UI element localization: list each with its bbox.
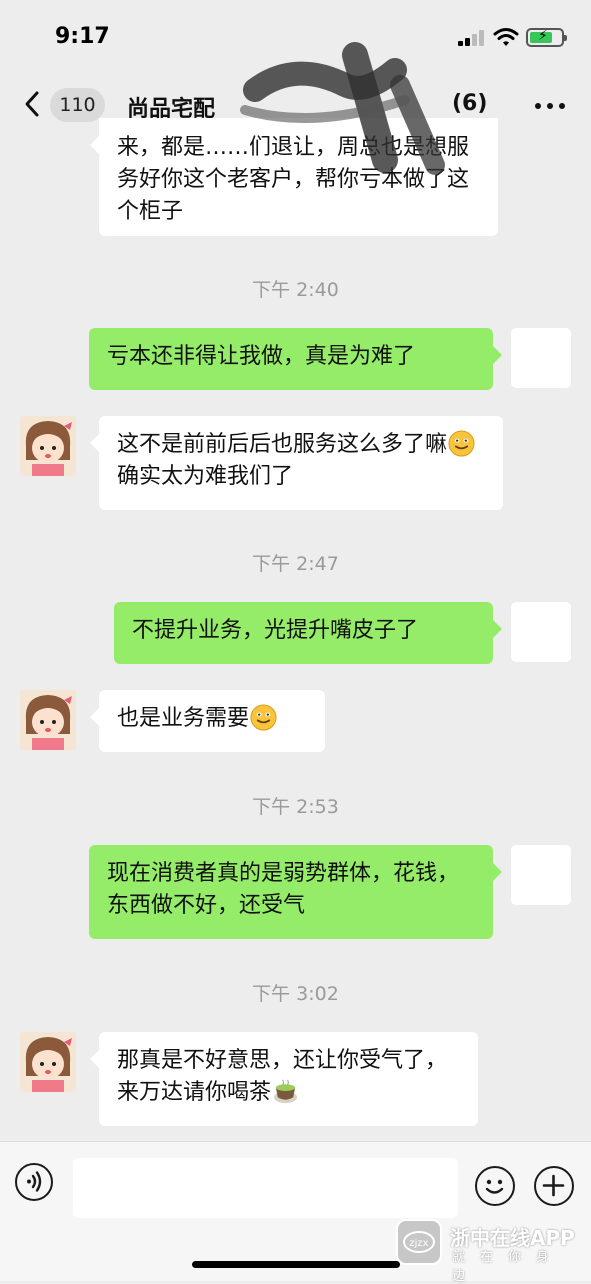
input-bar: zjzx 浙中在线APP 就在你身边	[0, 1141, 591, 1284]
battery-icon: ⚡	[526, 28, 567, 47]
redaction-scribble	[240, 42, 445, 175]
unread-count-badge[interactable]: 110	[50, 88, 105, 122]
message-text: 那真是不好意思，还让你受气了，来万达请你喝茶	[117, 1045, 460, 1109]
girl-avatar-icon	[20, 416, 76, 476]
tea-emoji-icon	[273, 1079, 298, 1104]
message-text: 这不是前前后后也服务这么多了嘛确实太为难我们了	[117, 429, 485, 493]
message-bubble-outgoing[interactable]: 不提升业务，光提升嘴皮子了	[114, 602, 502, 664]
home-indicator	[192, 1261, 400, 1268]
smile-emoji-icon	[448, 430, 475, 457]
my-avatar[interactable]	[511, 328, 571, 388]
contact-avatar[interactable]	[20, 1032, 76, 1092]
member-count: (6)	[452, 91, 488, 116]
message-bubble-incoming[interactable]: 也是业务需要	[90, 690, 325, 752]
wifi-icon	[493, 28, 519, 46]
message-text: 亏本还非得让我做，真是为难了	[107, 344, 416, 369]
message-bubble-incoming[interactable]: 这不是前前后后也服务这么多了嘛确实太为难我们了	[90, 416, 503, 510]
signal-icon	[458, 30, 486, 46]
timestamp: 下午 2:40	[252, 279, 339, 301]
message-text-part: 这不是前前后后也服务这么多了嘛	[117, 432, 448, 457]
voice-icon[interactable]	[15, 1163, 53, 1201]
my-avatar[interactable]	[511, 602, 571, 662]
watermark-slogan: 就在你身边	[452, 1250, 565, 1284]
timestamp: 下午 2:53	[252, 796, 339, 818]
message-text: 现在消费者真的是弱势群体，花钱，东西做不好，还受气	[107, 861, 460, 918]
message-bubble-incoming[interactable]: 那真是不好意思，还让你受气了，来万达请你喝茶	[90, 1032, 478, 1126]
watermark-logo: zjzx	[396, 1219, 442, 1265]
emoji-icon[interactable]	[475, 1166, 515, 1206]
contact-avatar[interactable]	[20, 416, 76, 476]
message-text-part: 也是业务需要	[117, 706, 250, 731]
message-bubble-outgoing[interactable]: 亏本还非得让我做，真是为难了	[89, 328, 502, 390]
watermark-logo-text: zjzx	[409, 1238, 428, 1249]
timestamp: 下午 2:47	[252, 553, 339, 575]
contact-avatar[interactable]	[20, 690, 76, 750]
girl-avatar-icon	[20, 1032, 76, 1092]
my-avatar[interactable]	[511, 845, 571, 905]
message-input[interactable]	[73, 1158, 458, 1218]
plus-icon[interactable]	[534, 1166, 574, 1206]
timestamp: 下午 3:02	[252, 983, 339, 1005]
message-text-part: 确实太为难我们了	[117, 464, 294, 489]
message-text: 不提升业务，光提升嘴皮子了	[132, 618, 419, 643]
status-time: 9:17	[55, 24, 110, 49]
more-icon[interactable]	[535, 103, 565, 109]
message-bubble-outgoing[interactable]: 现在消费者真的是弱势群体，花钱，东西做不好，还受气	[89, 845, 502, 939]
smile-emoji-icon	[250, 704, 277, 731]
chevron-left-icon[interactable]	[22, 90, 42, 118]
message-text: 也是业务需要	[117, 703, 307, 735]
girl-avatar-icon	[20, 690, 76, 750]
